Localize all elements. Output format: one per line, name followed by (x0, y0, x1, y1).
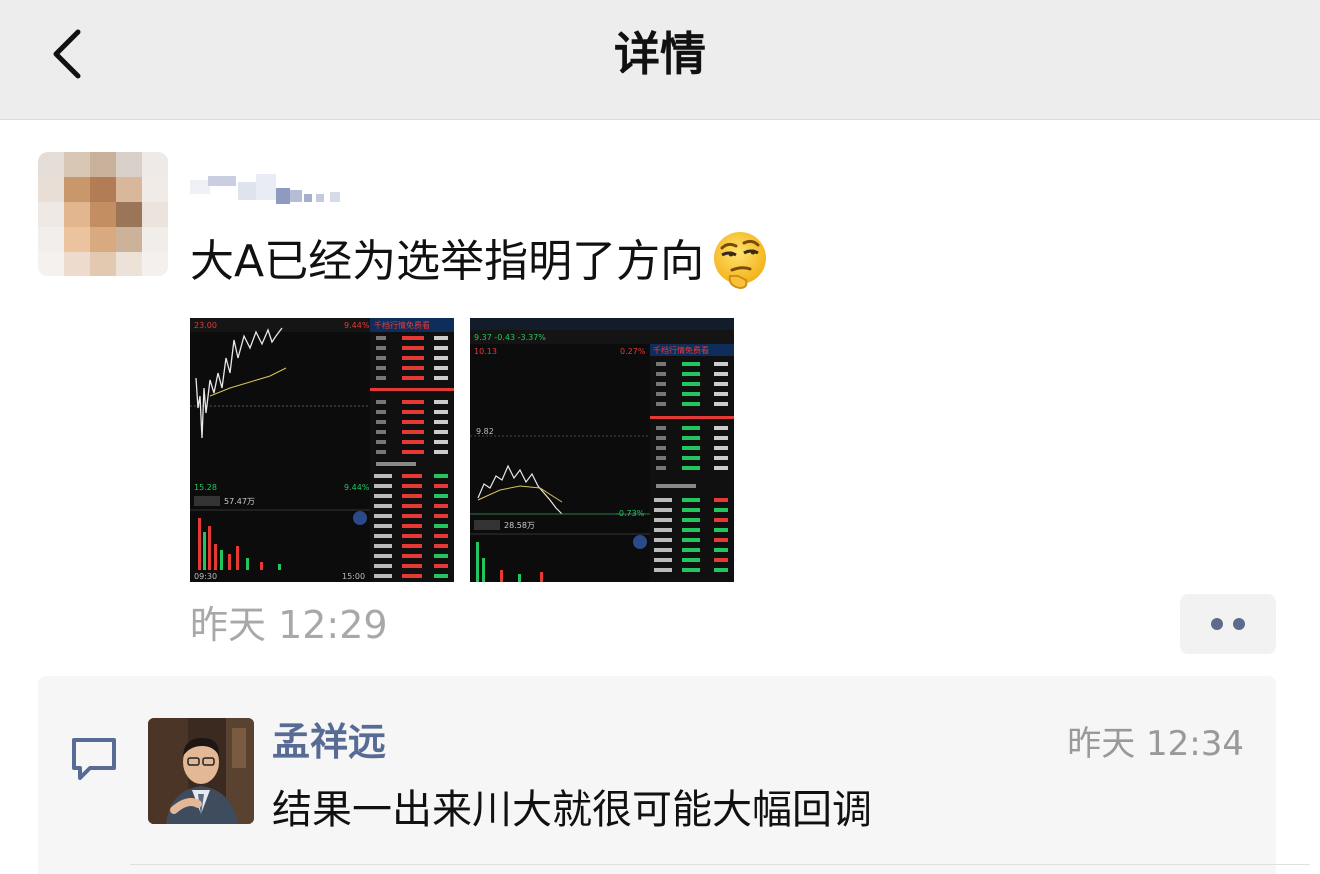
svg-text:千档行情免费看: 千档行情免费看 (653, 345, 709, 355)
navigation-bar: 详情 (0, 0, 1320, 120)
svg-text:15.28: 15.28 (194, 483, 217, 492)
page-title: 详情 (614, 27, 706, 81)
svg-text:0.27%: 0.27% (620, 347, 646, 356)
more-dots-icon (1233, 618, 1245, 630)
chart-time-end: 15:00 (342, 572, 365, 581)
svg-text:9.37 -0.43 -3.37%: 9.37 -0.43 -3.37% (474, 333, 546, 342)
commenter-name[interactable]: 孟祥远 (272, 714, 386, 770)
svg-text:9.44%: 9.44% (344, 321, 370, 330)
post-image-2[interactable]: 9.37 -0.43 -3.37% 10.13 0.27% 9.82 -0.73… (470, 318, 734, 582)
svg-text:57.47万: 57.47万 (224, 497, 255, 506)
commenter-avatar[interactable] (148, 718, 254, 824)
author-avatar[interactable] (38, 152, 168, 276)
more-options-button[interactable] (1180, 594, 1276, 654)
post-text-content: 大A已经为选举指明了方向 (190, 236, 705, 287)
author-name-pixelated[interactable] (190, 168, 350, 212)
comment-text: 结果一出来川大就很可能大幅回调 (272, 787, 872, 833)
more-dots-icon (1211, 618, 1223, 630)
comment-divider (130, 864, 1310, 865)
svg-text:千档行情免费看: 千档行情免费看 (374, 320, 430, 330)
comment-section: 孟祥远 昨天 12:34 结果一出来川大就很可能大幅回调 (38, 676, 1310, 874)
comment-timestamp: 昨天 12:34 (1067, 724, 1244, 764)
svg-text:28.58万: 28.58万 (504, 521, 535, 530)
svg-text:10.13: 10.13 (474, 347, 497, 356)
chart-time-start: 09:30 (194, 572, 217, 581)
svg-text:9.82: 9.82 (476, 427, 494, 436)
svg-text:-0.73%: -0.73% (616, 509, 645, 518)
moment-post: 大A已经为选举指明了方向 23.00 9.44% 15.28 9.44% 57.… (0, 120, 1320, 874)
post-timestamp: 昨天 12:29 (190, 603, 388, 647)
svg-text:9.44%: 9.44% (344, 483, 370, 492)
post-text: 大A已经为选举指明了方向 (190, 230, 772, 294)
post-image-1[interactable]: 23.00 9.44% 15.28 9.44% 57.47万 09:30 15:… (190, 318, 454, 582)
comment-bubble-icon (72, 738, 116, 780)
svg-text:23.00: 23.00 (194, 321, 217, 330)
smirk-thinking-emoji-icon (708, 228, 772, 292)
